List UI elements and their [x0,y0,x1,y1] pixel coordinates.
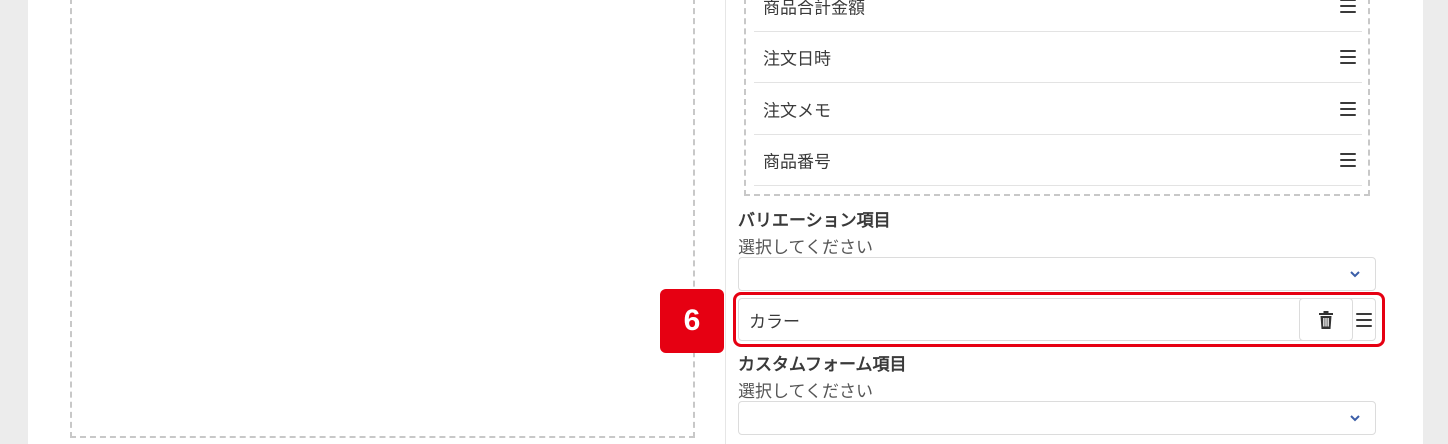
drag-handle-icon[interactable] [1340,50,1356,64]
field-item[interactable]: 商品合計金額 [754,0,1362,32]
custom-form-select[interactable] [738,401,1376,435]
field-item[interactable]: 注文日時 [754,32,1362,83]
highlight-box [733,292,1385,347]
drag-handle-icon[interactable] [1340,0,1356,13]
field-item[interactable]: 注文メモ [754,84,1362,135]
custom-form-section-title: カスタムフォーム項目 [738,355,907,375]
field-item-label: 商品番号 [763,152,831,173]
variation-select[interactable] [738,257,1376,291]
step-badge: 6 [660,289,724,353]
chevron-down-icon [1350,271,1360,278]
drag-handle-icon[interactable] [1340,153,1356,167]
left-drop-zone[interactable] [70,0,695,438]
variation-section-title: バリエーション項目 [738,211,891,231]
field-item-label: 注文日時 [763,49,831,70]
custom-form-section-subtitle: 選択してください [738,382,873,402]
column-divider [725,0,726,444]
field-item-label: 注文メモ [763,101,831,122]
field-item[interactable]: 商品番号 [754,135,1362,186]
field-item-label: 商品合計金額 [763,0,865,19]
variation-section-subtitle: 選択してください [738,238,873,258]
chevron-down-icon [1350,415,1360,422]
drag-handle-icon[interactable] [1340,102,1356,116]
